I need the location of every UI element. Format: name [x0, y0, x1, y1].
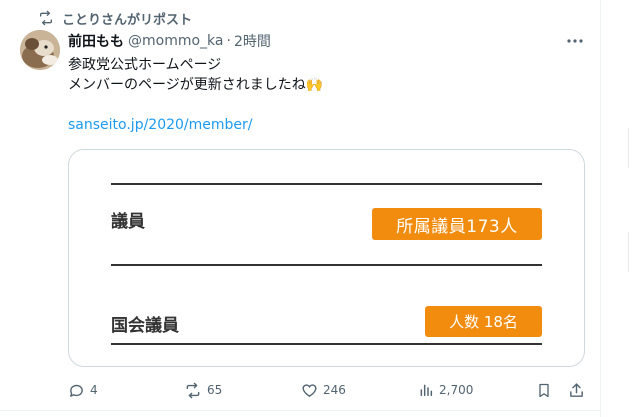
reply-button[interactable]: 4 [68, 380, 98, 400]
repost-button[interactable]: 65 [184, 380, 222, 400]
separator-dot: · [226, 33, 231, 49]
card-label-diet-members: 国会議員 [111, 316, 179, 336]
avatar[interactable] [20, 30, 60, 70]
adjacent-column-edge [628, 232, 629, 272]
repost-context[interactable]: ことりさんがリポスト [38, 9, 193, 28]
author-name[interactable]: 前田もも [68, 31, 124, 51]
repost-icon [38, 10, 54, 26]
tweet-timestamp[interactable]: 2時間 [234, 31, 271, 51]
adjacent-column [601, 0, 635, 417]
like-button[interactable]: 246 [301, 380, 346, 400]
card-rule [111, 264, 542, 266]
repost-text: ことりさんがリポスト [62, 12, 193, 28]
bookmark-button[interactable] [536, 380, 552, 400]
media-card[interactable]: 議員 所属議員173人 国会議員 人数 18名 [68, 149, 585, 367]
repost-icon [184, 382, 202, 399]
card-badge-members: 所属議員173人 [372, 208, 542, 240]
view-count: 2,700 [439, 383, 474, 397]
repost-count: 65 [207, 383, 223, 397]
tweet-header: 前田もも @mommo_ka · 2時間 [68, 31, 271, 51]
card-rule [111, 183, 542, 185]
author-handle[interactable]: @mommo_ka [128, 33, 223, 49]
reply-icon [68, 382, 85, 399]
bar-chart-icon [418, 382, 434, 398]
card-badge-diet-members: 人数 18名 [425, 306, 542, 337]
share-button[interactable] [568, 380, 585, 400]
tweet-divider [0, 410, 601, 411]
tweet-line: 参政党公式ホームページ [68, 57, 222, 73]
tweet-text: 参政党公式ホームページ メンバーのページが更新されましたね🙌 sanseito.… [68, 55, 568, 135]
reply-count: 4 [90, 383, 98, 397]
bookmark-icon [536, 382, 552, 399]
share-icon [568, 382, 585, 399]
card-label-members: 議員 [111, 212, 145, 232]
adjacent-column-edge [628, 128, 629, 168]
tweet-line: メンバーのページが更新されましたね🙌 [68, 77, 324, 93]
card-rule [111, 343, 542, 345]
tweet-link[interactable]: sanseito.jp/2020/member/ [68, 115, 568, 135]
views-button[interactable]: 2,700 [418, 380, 473, 400]
heart-icon [301, 382, 318, 399]
like-count: 246 [323, 383, 346, 397]
more-icon[interactable] [565, 32, 585, 50]
action-bar: 4 65 246 2,700 [68, 380, 588, 400]
